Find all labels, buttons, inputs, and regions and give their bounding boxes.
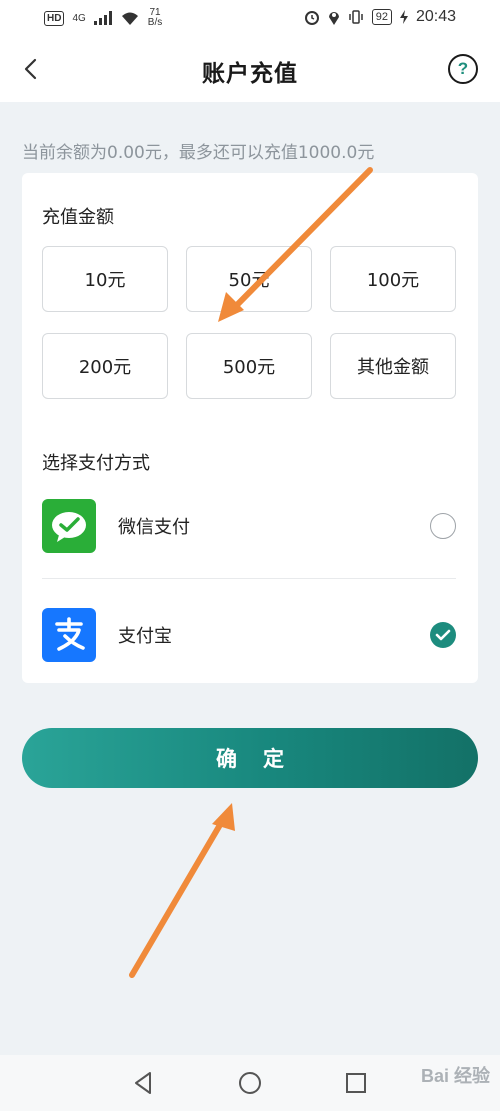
payment-option-alipay[interactable]: 支付宝 <box>22 608 478 688</box>
alarm-icon <box>304 11 319 25</box>
net-speed-unit: B/s <box>147 17 163 28</box>
help-icon[interactable]: ? <box>448 54 478 84</box>
network-label: 4G <box>72 12 86 24</box>
status-left: HD 4G 71 B/s <box>44 8 162 28</box>
payment-divider <box>42 578 456 579</box>
location-icon <box>328 12 339 25</box>
amount-option-200[interactable]: 200元 <box>42 333 168 399</box>
amount-option-other[interactable]: 其他金额 <box>330 333 456 399</box>
wifi-icon <box>121 12 138 25</box>
net-speed: 71 B/s <box>148 8 162 28</box>
recharge-card: 充值金额 10元 50元 100元 200元 500元 其他金额 选择支付方式 … <box>22 173 478 683</box>
recharge-amount-title: 充值金额 <box>42 207 114 228</box>
amount-option-500[interactable]: 500元 <box>186 333 312 399</box>
nav-back-icon[interactable] <box>130 1069 158 1097</box>
amount-option-100[interactable]: 100元 <box>330 246 456 312</box>
status-right: 92 20:43 <box>304 8 456 26</box>
confirm-button[interactable]: 确定 <box>22 728 478 788</box>
wechat-pay-label: 微信支付 <box>118 517 190 538</box>
payment-method-title: 选择支付方式 <box>42 453 150 474</box>
battery-indicator: 92 <box>371 9 392 25</box>
check-icon <box>435 629 451 641</box>
charging-icon <box>399 10 408 24</box>
page-title: 账户充值 <box>202 61 298 87</box>
amount-option-10[interactable]: 10元 <box>42 246 168 312</box>
hd-badge: HD <box>44 10 65 26</box>
alipay-label: 支付宝 <box>118 626 172 647</box>
status-bar: HD 4G 71 B/s 92 20:43 <box>0 0 500 36</box>
payment-option-wechat[interactable]: 微信支付 <box>22 499 478 579</box>
arrow-to-confirm-icon <box>129 803 235 978</box>
nav-recents-icon[interactable] <box>342 1069 370 1097</box>
alipay-icon <box>42 608 96 662</box>
balance-text: 当前余额为0.00元，最多还可以充值1000.0元 <box>22 143 375 163</box>
signal-icon <box>93 11 112 25</box>
amount-option-50[interactable]: 50元 <box>186 246 312 312</box>
baidu-watermark: Bai 经验 <box>420 1066 490 1086</box>
alipay-radio[interactable] <box>430 622 456 648</box>
wechat-pay-icon <box>42 499 96 553</box>
header-bar: 账户充值 ? <box>0 36 500 102</box>
vibrate-icon <box>348 10 363 24</box>
wechat-pay-radio[interactable] <box>430 513 456 539</box>
nav-home-icon[interactable] <box>236 1069 264 1097</box>
clock: 20:43 <box>415 8 456 25</box>
